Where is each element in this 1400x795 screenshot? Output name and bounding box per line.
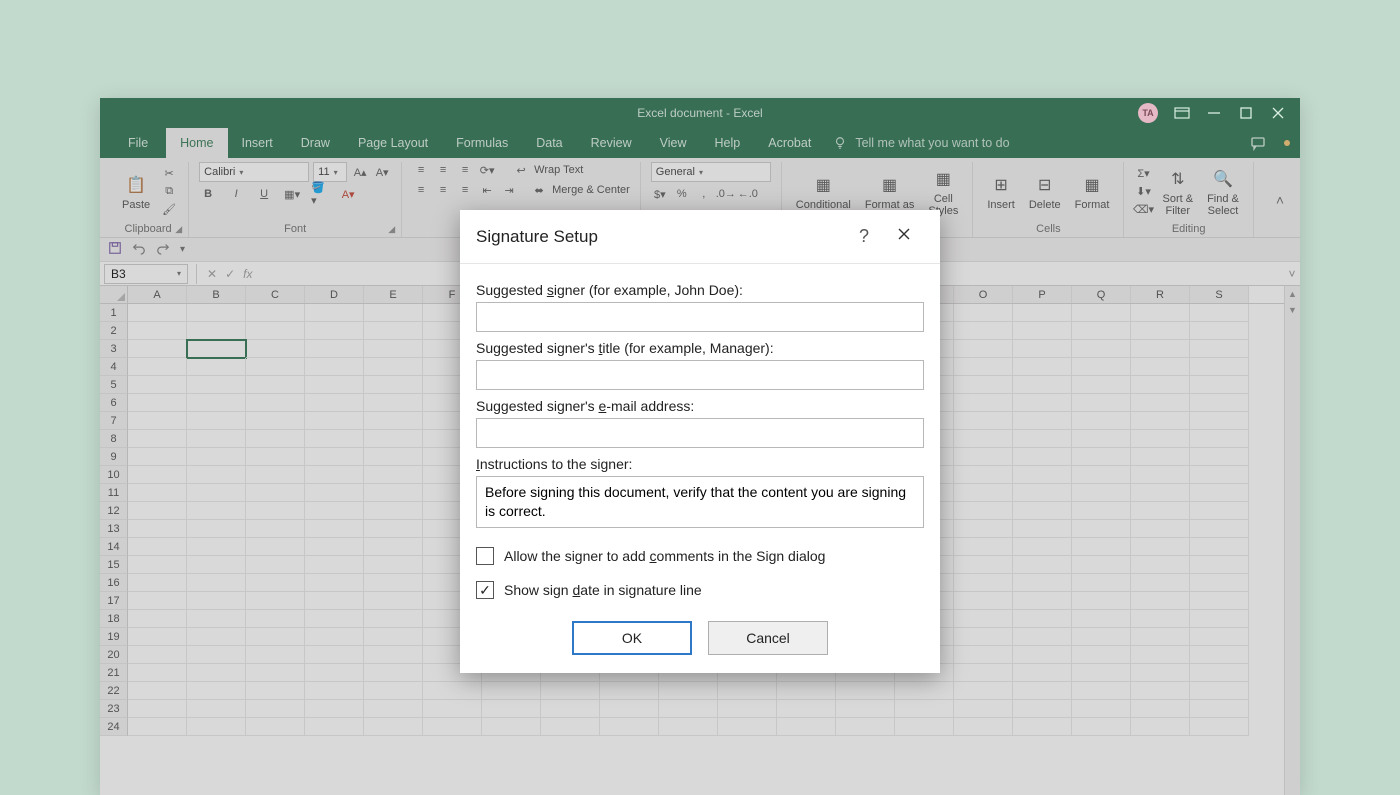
suggested-signer-input[interactable]: [476, 302, 924, 332]
cancel-button[interactable]: Cancel: [708, 621, 828, 655]
suggested-signer-label: Suggested signer (for example, John Doe)…: [476, 282, 924, 298]
close-icon: [896, 226, 912, 242]
ok-button[interactable]: OK: [572, 621, 692, 655]
account-avatar[interactable]: TA: [1138, 103, 1158, 123]
signature-setup-dialog: Signature Setup ? Suggested signer (for …: [460, 210, 940, 673]
suggested-title-input[interactable]: [476, 360, 924, 390]
allow-comments-label: Allow the signer to add comments in the …: [504, 548, 825, 564]
checkbox-unchecked-icon: [476, 547, 494, 565]
dialog-help-button[interactable]: ?: [844, 226, 884, 247]
suggested-email-input[interactable]: [476, 418, 924, 448]
suggested-title-label: Suggested signer's title (for example, M…: [476, 340, 924, 356]
allow-comments-checkbox[interactable]: Allow the signer to add comments in the …: [476, 547, 924, 565]
instructions-textarea[interactable]: [476, 476, 924, 528]
dialog-title: Signature Setup: [476, 227, 598, 247]
show-date-checkbox[interactable]: ✓ Show sign date in signature line: [476, 581, 924, 599]
suggested-email-label: Suggested signer's e-mail address:: [476, 398, 924, 414]
close-button[interactable]: [1270, 105, 1286, 121]
checkbox-checked-icon: ✓: [476, 581, 494, 599]
dialog-close-button[interactable]: [884, 226, 924, 247]
ribbon-display-options-icon[interactable]: [1174, 105, 1190, 121]
maximize-button[interactable]: [1238, 105, 1254, 121]
minimize-button[interactable]: [1206, 105, 1222, 121]
show-date-label: Show sign date in signature line: [504, 582, 702, 598]
instructions-label: Instructions to the signer:: [476, 456, 924, 472]
